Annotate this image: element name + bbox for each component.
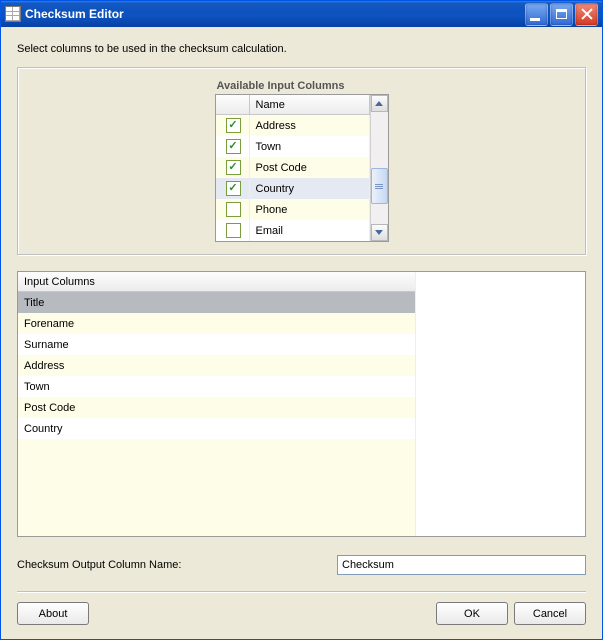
input-column-row[interactable]: Title — [18, 292, 415, 313]
minimize-button[interactable] — [525, 3, 548, 26]
row-name-cell[interactable]: Country — [250, 178, 370, 199]
row-checkbox-cell[interactable] — [216, 157, 250, 178]
row-name-cell[interactable]: Phone — [250, 199, 370, 220]
instruction-text: Select columns to be used in the checksu… — [17, 43, 586, 55]
output-column-row: Checksum Output Column Name: — [17, 555, 586, 575]
available-row[interactable]: Post Code — [216, 157, 370, 178]
available-columns-title: Available Input Columns — [215, 80, 389, 94]
available-row[interactable]: Town — [216, 136, 370, 157]
checkbox-icon[interactable] — [226, 202, 241, 217]
window-title: Checksum Editor — [25, 7, 523, 21]
chevron-up-icon — [375, 101, 383, 106]
output-column-label: Checksum Output Column Name: — [17, 559, 337, 571]
input-columns-right-panel — [416, 272, 585, 536]
row-checkbox-cell[interactable] — [216, 136, 250, 157]
available-row[interactable]: Address — [216, 115, 370, 136]
app-icon — [5, 6, 21, 22]
input-column-row[interactable]: Forename — [18, 313, 415, 334]
close-button[interactable] — [575, 3, 598, 26]
available-columns-header: Name — [216, 95, 370, 115]
separator — [17, 591, 586, 592]
client-area: Select columns to be used in the checksu… — [1, 27, 602, 639]
output-column-input[interactable] — [337, 555, 586, 575]
button-row: About OK Cancel — [17, 602, 586, 625]
scroll-thumb[interactable] — [371, 168, 388, 204]
available-groupbox: Available Input Columns Name AddressTown… — [17, 67, 586, 255]
close-icon — [581, 8, 593, 20]
input-column-row[interactable]: Post Code — [18, 397, 415, 418]
input-columns-list: Input Columns TitleForenameSurnameAddres… — [17, 271, 586, 537]
input-column-row[interactable]: Town — [18, 376, 415, 397]
row-checkbox-cell[interactable] — [216, 220, 250, 241]
checkbox-icon[interactable] — [226, 118, 241, 133]
row-name-cell[interactable]: Email — [250, 220, 370, 241]
row-name-cell[interactable]: Address — [250, 115, 370, 136]
checkbox-icon[interactable] — [226, 223, 241, 238]
input-columns-header[interactable]: Input Columns — [18, 272, 415, 292]
about-button[interactable]: About — [17, 602, 89, 625]
window: Checksum Editor Select columns to be use… — [0, 0, 603, 640]
scroll-up-button[interactable] — [371, 95, 388, 112]
row-name-cell[interactable]: Post Code — [250, 157, 370, 178]
row-checkbox-cell[interactable] — [216, 199, 250, 220]
available-row[interactable]: Email — [216, 220, 370, 241]
row-checkbox-cell[interactable] — [216, 115, 250, 136]
input-column-row[interactable]: Surname — [18, 334, 415, 355]
list-empty-row — [18, 439, 415, 536]
available-row[interactable]: Phone — [216, 199, 370, 220]
checkbox-icon[interactable] — [226, 160, 241, 175]
maximize-icon — [556, 9, 567, 19]
chevron-down-icon — [375, 230, 383, 235]
minimize-icon — [530, 18, 540, 21]
row-name-cell[interactable]: Town — [250, 136, 370, 157]
available-columns-grid: Name AddressTownPost CodeCountryPhoneEma… — [215, 94, 389, 242]
name-column-header[interactable]: Name — [250, 95, 370, 114]
maximize-button[interactable] — [550, 3, 573, 26]
row-checkbox-cell[interactable] — [216, 178, 250, 199]
input-column-row[interactable]: Address — [18, 355, 415, 376]
scroll-down-button[interactable] — [371, 224, 388, 241]
available-row[interactable]: Country — [216, 178, 370, 199]
scroll-track[interactable] — [371, 112, 388, 224]
checkbox-column-header[interactable] — [216, 95, 250, 114]
available-scrollbar[interactable] — [370, 95, 388, 241]
ok-button[interactable]: OK — [436, 602, 508, 625]
input-column-row[interactable]: Country — [18, 418, 415, 439]
titlebar: Checksum Editor — [1, 1, 602, 27]
checkbox-icon[interactable] — [226, 181, 241, 196]
cancel-button[interactable]: Cancel — [514, 602, 586, 625]
checkbox-icon[interactable] — [226, 139, 241, 154]
